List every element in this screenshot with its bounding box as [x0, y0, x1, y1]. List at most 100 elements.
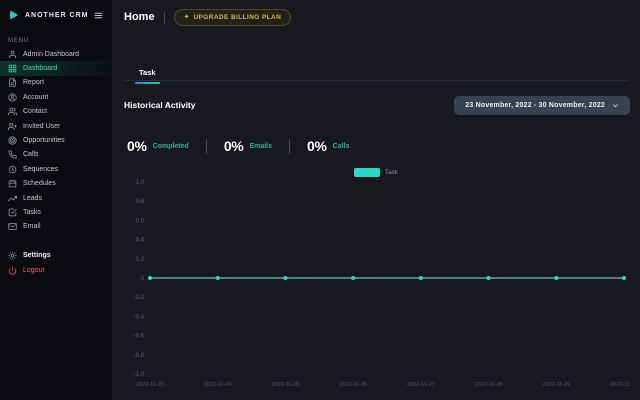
settings-gear-icon [8, 251, 17, 260]
y-axis-tick-label: -1.0 [134, 372, 145, 378]
sidebar-item-label: Leads [23, 195, 42, 202]
main-content: Home ✦ UPGRADE BILLING PLAN Task Histori… [112, 0, 640, 400]
data-point[interactable] [283, 276, 287, 280]
title-divider [164, 11, 165, 24]
sidebar-item-calls[interactable]: Calls [0, 148, 112, 162]
y-axis-tick-label: 1.0 [136, 180, 145, 186]
upgrade-billing-button[interactable]: ✦ UPGRADE BILLING PLAN [174, 9, 292, 26]
x-axis-tick-label: 2022-11-24 [204, 382, 232, 388]
sequences-icon [8, 165, 17, 174]
sparkle-icon: ✦ [184, 14, 190, 21]
sidebar-footer-nav: Settings Logout [0, 248, 112, 278]
sidebar-item-sequences[interactable]: Sequences [0, 162, 112, 176]
sidebar-item-label: Report [23, 79, 44, 86]
y-axis-tick-label: 0.8 [136, 199, 145, 205]
topbar: Home ✦ UPGRADE BILLING PLAN [112, 0, 640, 34]
opportunities-icon [8, 136, 17, 145]
sidebar-item-settings[interactable]: Settings [0, 248, 112, 263]
sidebar-item-schedules[interactable]: Schedules [0, 177, 112, 191]
stat-value: 0% [307, 138, 327, 154]
stat-value: 0% [127, 138, 147, 154]
activity-chart-svg: 1.00.80.60.40.20-0.2-0.4-0.6-0.8-1.02022… [124, 176, 630, 392]
menu-toggle-icon[interactable] [94, 11, 103, 20]
logout-power-icon [8, 266, 17, 275]
sidebar-item-invited-user[interactable]: Invited User [0, 119, 112, 133]
sidebar-item-label: Logout [23, 267, 44, 274]
stats-row: 0% Completed 0% Emails 0% Calls [127, 138, 349, 154]
stat-label: Calls [333, 143, 350, 150]
sidebar-item-label: Opportunities [23, 137, 65, 144]
calls-phone-icon [8, 150, 17, 159]
chevron-down-icon [612, 102, 619, 109]
data-point[interactable] [351, 276, 355, 280]
data-point[interactable] [622, 276, 626, 280]
data-point[interactable] [419, 276, 423, 280]
sidebar-item-admin-dashboard[interactable]: Admin Dashboard [0, 47, 112, 61]
contact-icon [8, 107, 17, 116]
stat-value: 0% [224, 138, 244, 154]
sidebar-item-label: Admin Dashboard [23, 51, 79, 58]
tab-task[interactable]: Task [137, 66, 158, 83]
x-axis-tick-label: 2022-11-30 [610, 382, 630, 388]
stat-label: Completed [153, 143, 189, 150]
x-axis-tick-label: 2022-11-25 [272, 382, 300, 388]
sidebar-item-label: Email [23, 223, 41, 230]
y-axis-tick-label: -0.4 [134, 314, 145, 320]
section-title: Historical Activity [124, 100, 196, 110]
sidebar-item-logout[interactable]: Logout [0, 263, 112, 278]
activity-chart: 1.00.80.60.40.20-0.2-0.4-0.6-0.8-1.02022… [124, 176, 630, 392]
sidebar-item-report[interactable]: Report [0, 76, 112, 90]
y-axis-tick-label: 0.2 [136, 257, 145, 263]
page-title: Home [124, 11, 155, 23]
stat-divider [206, 139, 207, 154]
admin-dashboard-icon [8, 50, 17, 59]
legend-label: Task [385, 169, 398, 176]
stat-divider [289, 139, 290, 154]
report-icon [8, 78, 17, 87]
sidebar-item-label: Settings [23, 252, 51, 259]
sidebar-item-leads[interactable]: Leads [0, 191, 112, 205]
section-header: Historical Activity 23 November, 2022 - … [124, 93, 630, 117]
x-axis-tick-label: 2022-11-26 [339, 382, 367, 388]
sidebar-nav: Admin Dashboard Dashboard Report Account Con… [0, 47, 112, 234]
invited-user-icon [8, 122, 17, 131]
sidebar-item-dashboard[interactable]: Dashboard [0, 61, 112, 75]
schedules-calendar-icon [8, 179, 17, 188]
data-point[interactable] [554, 276, 558, 280]
sidebar-item-label: Dashboard [23, 65, 57, 72]
upgrade-billing-label: UPGRADE BILLING PLAN [193, 14, 281, 21]
sidebar-item-contact[interactable]: Contact [0, 105, 112, 119]
sidebar-item-account[interactable]: Account [0, 90, 112, 104]
sidebar-item-opportunities[interactable]: Opportunities [0, 133, 112, 147]
sidebar-item-tasks[interactable]: Tasks [0, 205, 112, 219]
data-point[interactable] [148, 276, 152, 280]
brand-name: ANOTHER CRM [25, 12, 89, 19]
data-point[interactable] [216, 276, 220, 280]
dashboard-grid-icon [8, 64, 17, 73]
menu-section-label: MENU [8, 38, 104, 44]
date-range-button[interactable]: 23 November, 2022 - 30 November, 2022 [454, 96, 630, 115]
sidebar-item-label: Schedules [23, 180, 56, 187]
y-axis-tick-label: -0.2 [134, 295, 145, 301]
x-axis-tick-label: 2022-11-28 [475, 382, 503, 388]
stat-label: Emails [249, 143, 272, 150]
tasks-icon [8, 208, 17, 217]
y-axis-tick-label: 0 [141, 276, 145, 282]
leads-icon [8, 194, 17, 203]
x-axis-tick-label: 2022-11-23 [136, 382, 164, 388]
stat-calls: 0% Calls [307, 138, 349, 154]
account-icon [8, 93, 17, 102]
date-range-label: 23 November, 2022 - 30 November, 2022 [465, 102, 605, 109]
y-axis-tick-label: -0.6 [134, 334, 145, 340]
sidebar-item-email[interactable]: Email [0, 220, 112, 234]
stat-emails: 0% Emails [224, 138, 272, 154]
sidebar-item-label: Account [23, 94, 48, 101]
x-axis-tick-label: 2022-11-29 [542, 382, 570, 388]
sidebar-item-label: Tasks [23, 209, 41, 216]
brand-logo-icon [8, 9, 20, 21]
brand: ANOTHER CRM [0, 0, 112, 30]
sidebar-item-label: Contact [23, 108, 47, 115]
data-point[interactable] [487, 276, 491, 280]
x-axis-tick-label: 2022-11-27 [407, 382, 435, 388]
y-axis-tick-label: 0.6 [136, 218, 145, 224]
